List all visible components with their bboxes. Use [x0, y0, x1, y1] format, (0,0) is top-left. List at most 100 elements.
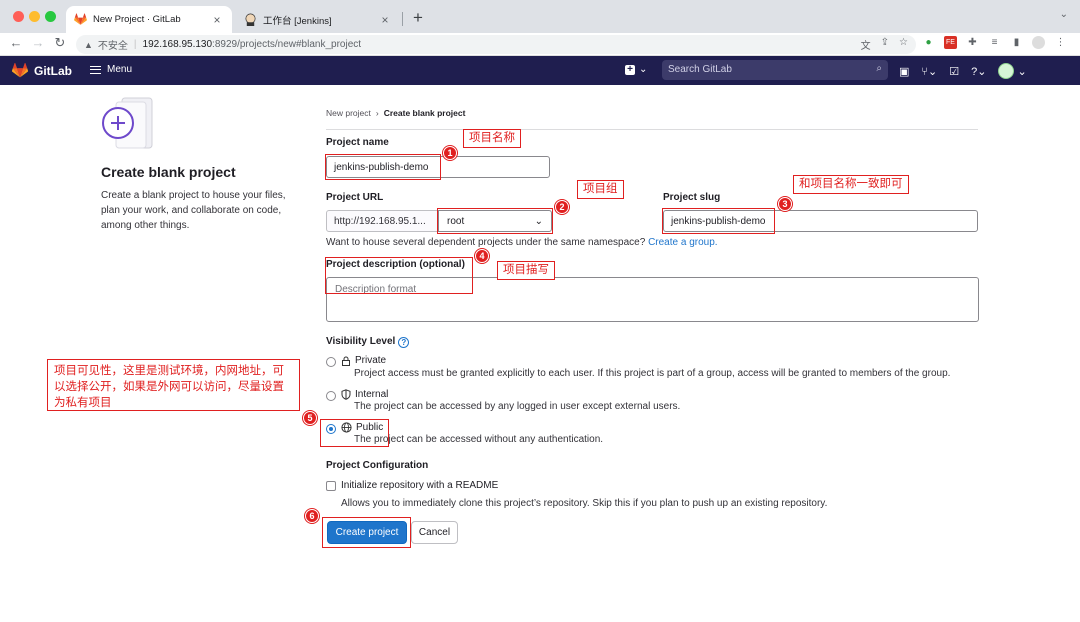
annotation-note-5: 项目可见性，这里是测试环境，内网地址，可以选择公开，如果是外网可以访问，尽量设置…: [47, 359, 300, 411]
chevron-down-icon[interactable]: ⌄: [1060, 9, 1068, 20]
tab-jenkins[interactable]: 工作台 [Jenkins] ×: [236, 6, 400, 33]
translate-icon[interactable]: 文: [861, 37, 871, 52]
url-path: :8929/projects/new#blank_project: [212, 39, 362, 50]
maximize-window-button[interactable]: [45, 11, 56, 22]
annotation-marker-4: 4: [475, 249, 489, 263]
chevron-down-icon: ⌄: [1017, 65, 1027, 78]
hamburger-icon: [90, 65, 101, 74]
back-arrow-icon[interactable]: ←: [8, 35, 24, 50]
plus-square-icon: +: [625, 64, 635, 75]
readme-label: Initialize repository with a README: [341, 480, 499, 491]
annotation-note-1: 项目名称: [463, 129, 521, 148]
visibility-level-text: Visibility Level: [326, 336, 396, 347]
readme-checkbox[interactable]: [326, 481, 336, 491]
lock-icon: [342, 356, 350, 366]
warning-icon: ▲: [84, 39, 93, 50]
issues-icon[interactable]: ▣: [899, 65, 909, 78]
visibility-private-title: Private: [341, 355, 386, 366]
new-item-dropdown[interactable]: + ⌄: [625, 64, 647, 75]
url-host: 192.168.95.130: [142, 39, 213, 50]
tab-title: New Project · GitLab: [93, 14, 181, 25]
visibility-level-label: Visibility Level?: [326, 336, 410, 348]
evernote-extension-icon[interactable]: ●: [922, 36, 935, 49]
annotation-marker-6: 6: [305, 509, 319, 523]
intro-title: Create blank project: [101, 164, 236, 180]
puzzle-extensions-icon[interactable]: ✚: [966, 36, 979, 49]
breadcrumb-current: Create blank project: [383, 108, 466, 118]
tab-gitlab[interactable]: New Project · GitLab ×: [66, 6, 232, 33]
gitlab-logo-icon[interactable]: [11, 63, 29, 78]
internal-label: Internal: [355, 389, 389, 400]
search-input[interactable]: Search GitLab ⌕: [662, 60, 888, 80]
browser-tab-bar: New Project · GitLab × 工作台 [Jenkins] × +…: [0, 0, 1080, 33]
url-omnibox[interactable]: ▲ 不安全 | 192.168.95.130 :8929/projects/ne…: [76, 35, 916, 54]
breadcrumb-new-project[interactable]: New project: [326, 108, 371, 118]
breadcrumb-separator: ›: [375, 108, 379, 118]
annotation-box-project-name: [325, 154, 441, 180]
tab-title: 工作台 [Jenkins]: [263, 15, 332, 27]
gitlab-top-nav: GitLab Menu + ⌄ Search GitLab ⌕ ▣ ⑂⌄ ☑ ?…: [0, 56, 1080, 85]
breadcrumb: New project › Create blank project: [326, 108, 465, 118]
close-tab-icon[interactable]: ×: [210, 13, 224, 27]
namespace-help-text: Want to house several dependent projects…: [326, 237, 646, 248]
annotation-marker-2: 2: [555, 200, 569, 214]
search-placeholder: Search GitLab: [668, 64, 732, 75]
fe-extension-icon[interactable]: FE: [944, 36, 957, 49]
merge-requests-icon[interactable]: ⑂⌄: [921, 65, 937, 78]
bookmark-star-icon[interactable]: ☆: [899, 37, 908, 52]
annotation-box-slug: [662, 208, 775, 234]
annotation-box-create: [322, 517, 411, 548]
create-group-link[interactable]: Create a group.: [648, 237, 718, 248]
visibility-internal-desc: The project can be accessed by any logge…: [354, 401, 681, 412]
cancel-button[interactable]: Cancel: [411, 521, 458, 544]
new-tab-icon[interactable]: +: [410, 8, 426, 28]
todos-icon[interactable]: ☑: [949, 65, 959, 78]
divider: [326, 129, 978, 130]
nav-right-icons: ▣ ⑂⌄ ☑ ?⌄ ⌄: [899, 63, 1027, 79]
extension-toolbar: ● FE ✚ ≡ ▮ ⋮: [922, 36, 1067, 49]
main-menu-button[interactable]: Menu: [90, 64, 132, 75]
annotation-box-description: [325, 257, 473, 294]
close-window-button[interactable]: [13, 11, 24, 22]
kebab-menu-icon[interactable]: ⋮: [1054, 36, 1067, 49]
visibility-public-desc: The project can be accessed without any …: [354, 434, 604, 445]
annotation-note-4: 项目描写: [497, 261, 555, 280]
project-configuration-label: Project Configuration: [326, 460, 429, 471]
user-menu[interactable]: ⌄: [998, 63, 1027, 79]
question-circle-icon[interactable]: ?: [398, 337, 410, 348]
jenkins-favicon-icon: [245, 13, 256, 26]
tab-divider: [402, 12, 403, 26]
help-icon[interactable]: ?⌄: [971, 65, 986, 78]
project-url-label: Project URL: [326, 192, 384, 203]
address-bar: ← → ↻ ▲ 不安全 | 192.168.95.130 :8929/proje…: [0, 33, 1080, 56]
minimize-window-button[interactable]: [29, 11, 40, 22]
url-separator: |: [133, 39, 137, 50]
profile-avatar-icon[interactable]: [1032, 36, 1045, 49]
annotation-marker-5: 5: [303, 411, 317, 425]
visibility-private-radio[interactable]: [326, 357, 336, 367]
blank-project-illustration-icon: [102, 97, 153, 149]
reload-icon[interactable]: ↻: [52, 35, 68, 51]
annotation-note-2: 项目组: [577, 180, 624, 199]
avatar: [998, 63, 1015, 79]
forward-arrow-icon[interactable]: →: [30, 35, 46, 50]
readme-description: Allows you to immediately clone this pro…: [341, 498, 828, 509]
visibility-internal-radio[interactable]: [326, 391, 336, 401]
project-slug-label: Project slug: [663, 192, 721, 203]
annotation-marker-1: 1: [443, 146, 457, 160]
visibility-internal-title: Internal: [341, 389, 388, 400]
gitlab-brand[interactable]: GitLab: [34, 64, 72, 78]
reading-list-icon[interactable]: ≡: [988, 36, 1001, 49]
annotation-marker-3: 3: [778, 197, 792, 211]
gitlab-favicon-icon: [74, 13, 87, 25]
menu-label: Menu: [107, 64, 133, 75]
share-icon[interactable]: ⇪: [881, 37, 889, 52]
intro-description: Create a blank project to house your fil…: [101, 190, 286, 231]
annotation-box-public: [320, 419, 389, 447]
side-panel-icon[interactable]: ▮: [1010, 36, 1023, 49]
annotation-box-namespace: [437, 208, 553, 234]
private-label: Private: [355, 355, 387, 366]
shield-icon: [341, 389, 351, 400]
close-tab-icon[interactable]: ×: [378, 13, 392, 27]
security-label: 不安全: [97, 41, 128, 52]
